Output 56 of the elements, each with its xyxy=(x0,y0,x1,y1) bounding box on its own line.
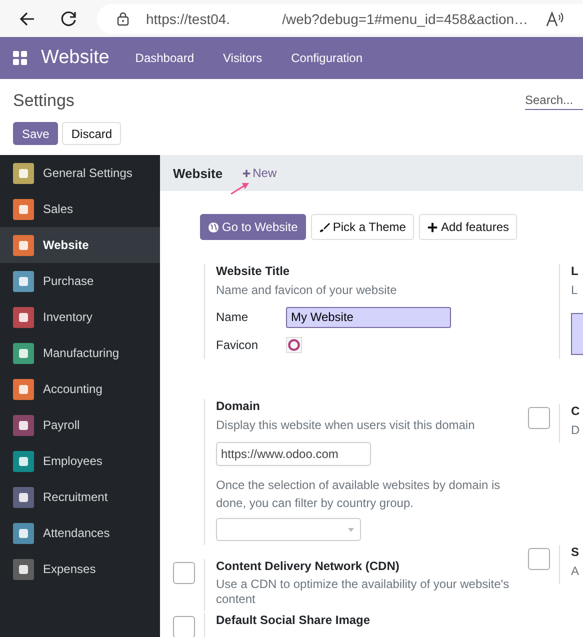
setting-title: Content Delivery Network (CDN) xyxy=(216,559,400,573)
setting-description: A xyxy=(571,563,580,580)
sidebar-item[interactable]: Accounting xyxy=(0,371,160,407)
lock-icon xyxy=(117,12,129,26)
sidebar-item[interactable]: Payroll xyxy=(0,407,160,443)
name-input[interactable]: My Website xyxy=(286,306,451,328)
action-button[interactable]: Go to Website xyxy=(200,214,306,240)
sidebar-item[interactable]: Recruitment xyxy=(0,479,160,515)
sidebar-item[interactable]: Expenses xyxy=(0,551,160,587)
address-bar[interactable]: https://test04. /web?debug=1#menu_id=458&action… xyxy=(97,4,583,34)
checkbox[interactable] xyxy=(173,562,195,584)
plus-icon xyxy=(242,168,251,178)
save-button[interactable]: Save xyxy=(13,122,58,145)
sidebar-item[interactable]: Purchase xyxy=(0,263,160,299)
nav-menu-item[interactable]: Configuration xyxy=(291,51,363,65)
page-title: Settings xyxy=(13,90,74,110)
sidebar-item[interactable]: Manufacturing xyxy=(0,335,160,371)
sidebar-item[interactable]: Inventory xyxy=(0,299,160,335)
sidebar-item[interactable]: Website xyxy=(0,227,160,263)
nav-menu-item[interactable]: Dashboard xyxy=(135,51,194,65)
caret-icon xyxy=(348,528,354,532)
checkbox[interactable] xyxy=(528,548,550,570)
sidebar-item[interactable]: General Settings xyxy=(0,155,160,191)
setting-title: L xyxy=(571,264,580,278)
setting-title: Website Title xyxy=(216,264,291,278)
setting-title: Default Social Share Image xyxy=(216,613,372,627)
nav-menu-item[interactable]: Visitors xyxy=(223,51,262,65)
setting-description: Name and favicon of your website xyxy=(216,282,398,299)
setting-description: D xyxy=(571,422,581,439)
new-button[interactable]: New xyxy=(242,166,277,180)
sidebar-item[interactable]: Employees xyxy=(0,443,160,479)
discard-button[interactable]: Discard xyxy=(62,122,122,145)
domain-input[interactable]: https://www.odoo.com xyxy=(216,442,371,466)
reload-icon[interactable] xyxy=(59,8,79,28)
favicon-ring-icon[interactable] xyxy=(286,337,302,353)
setting-title: C xyxy=(571,404,581,418)
sidebar-item[interactable]: Attendances xyxy=(0,515,160,551)
plus-icon xyxy=(426,222,438,232)
setting-title: S xyxy=(571,545,580,559)
pointer-arrow xyxy=(230,181,250,195)
setting-description: L xyxy=(571,282,579,299)
setting-note: Once the selection of available websites by domain is done, you can filter by country group. xyxy=(216,477,502,512)
field-label: Name xyxy=(216,310,250,324)
sidebar-item[interactable]: Sales xyxy=(0,191,160,227)
setting-description: Display this website when users visit this domain xyxy=(216,417,476,434)
setting-title: Domain xyxy=(216,399,262,413)
app-name[interactable]: Website xyxy=(41,47,110,69)
action-button[interactable]: Pick a Theme xyxy=(310,214,414,240)
apps-menu-icon[interactable] xyxy=(13,51,27,65)
action-button[interactable]: Add features xyxy=(418,214,518,240)
section-title: Website xyxy=(173,166,223,180)
field-label: Favicon xyxy=(216,338,260,352)
brush-icon xyxy=(318,222,330,232)
checkbox[interactable] xyxy=(528,407,550,429)
checkbox[interactable] xyxy=(173,616,195,637)
setting-description: Use a CDN to optimize the availability of your website's content xyxy=(216,577,510,607)
